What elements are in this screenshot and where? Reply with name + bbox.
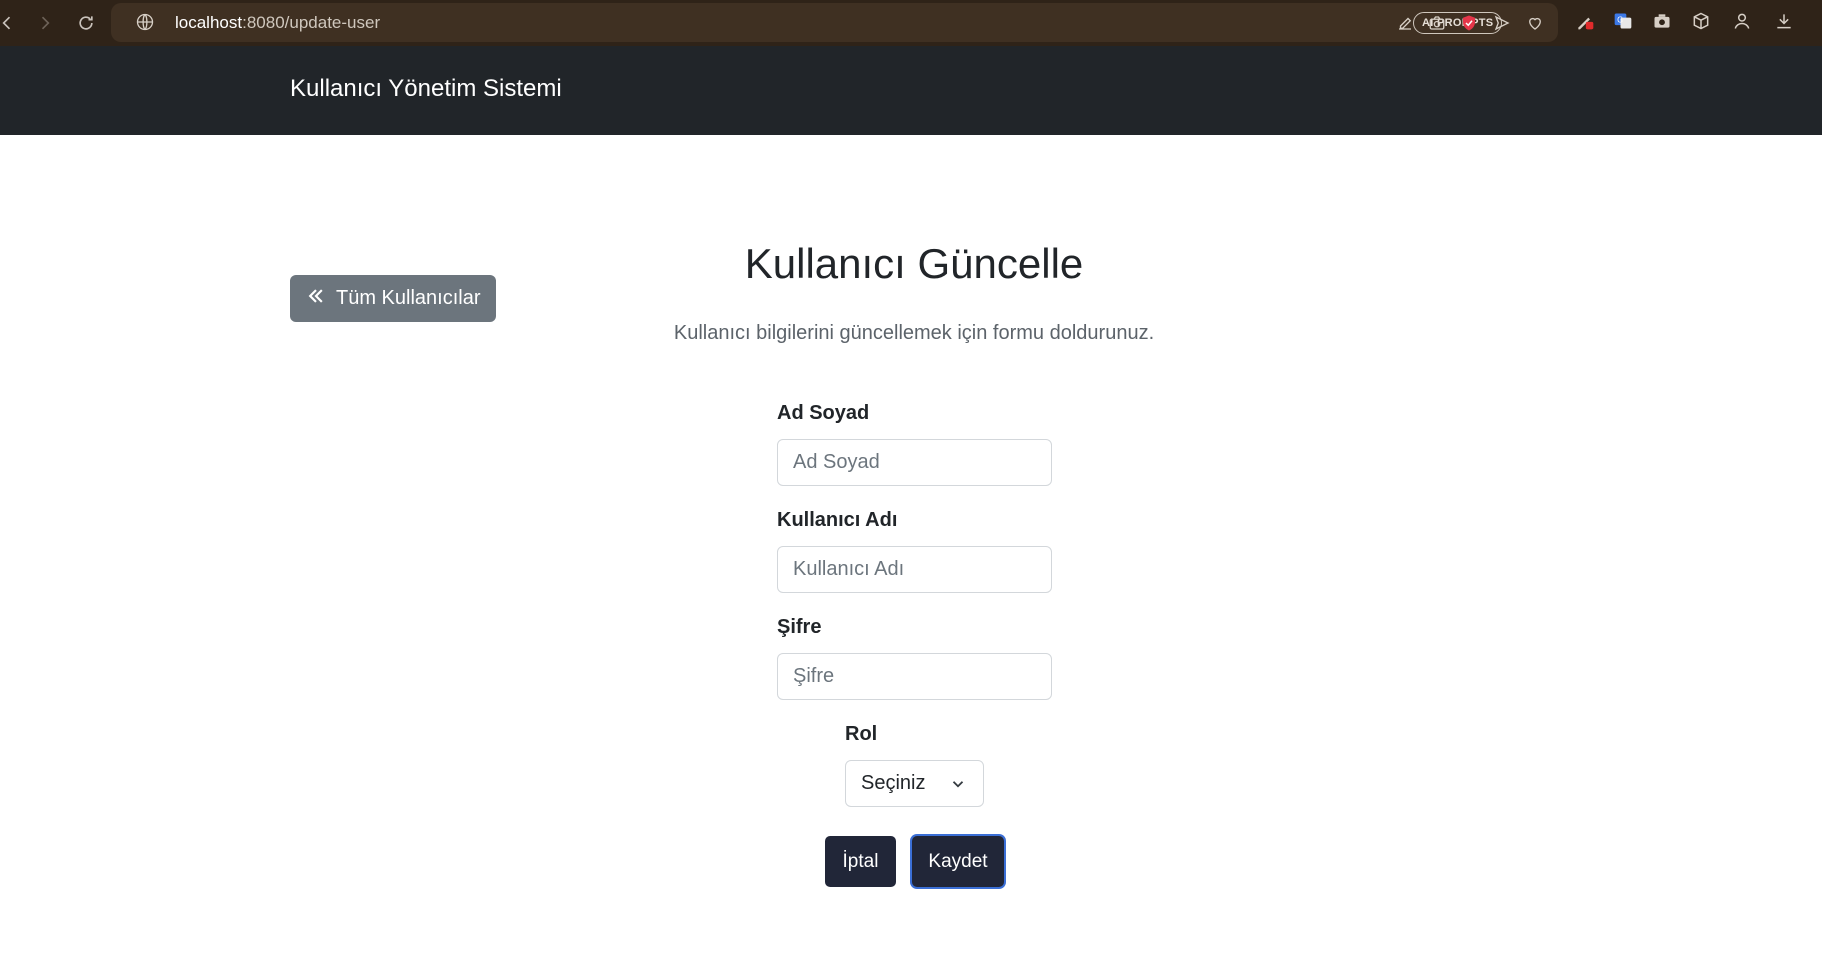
chevron-down-icon xyxy=(949,775,967,793)
heart-icon[interactable] xyxy=(1524,12,1546,34)
download-icon[interactable] xyxy=(1772,9,1796,33)
cancel-button[interactable]: İptal xyxy=(825,836,896,887)
browser-toolbar: localhost:8080/update-user AI PROMPTS G xyxy=(0,0,1822,46)
shield-icon[interactable] xyxy=(1458,12,1480,34)
all-users-button-label: Tüm Kullanıcılar xyxy=(336,287,481,309)
url-path: :8080/update-user xyxy=(242,13,381,32)
save-button[interactable]: Kaydet xyxy=(912,836,1004,887)
address-bar[interactable]: localhost:8080/update-user AI PROMPTS xyxy=(111,3,1558,42)
send-icon[interactable] xyxy=(1491,12,1513,34)
role-select-value: Seçiniz xyxy=(861,772,926,794)
translate-icon[interactable]: G xyxy=(1611,9,1635,33)
svg-text:G: G xyxy=(1617,16,1623,25)
url-host: localhost xyxy=(175,13,243,32)
screenshot-icon[interactable] xyxy=(1426,12,1448,34)
page-title: Kullanıcı Güncelle xyxy=(744,240,1084,287)
edit-icon[interactable] xyxy=(1394,12,1416,34)
navbar-brand[interactable]: Kullanıcı Yönetim Sistemi xyxy=(290,75,562,103)
url-text: localhost:8080/update-user xyxy=(175,13,380,33)
extensions-cube-icon[interactable] xyxy=(1689,9,1713,33)
profile-icon[interactable] xyxy=(1730,9,1754,33)
username-label: Kullanıcı Adı xyxy=(777,509,898,531)
reload-icon[interactable] xyxy=(71,8,101,38)
role-select[interactable]: Seçiniz xyxy=(845,760,984,807)
fullname-input[interactable] xyxy=(777,439,1052,486)
password-label: Şifre xyxy=(777,616,822,638)
fullname-label: Ad Soyad xyxy=(777,402,870,424)
back-nav-icon[interactable] xyxy=(0,8,22,38)
password-input[interactable] xyxy=(777,653,1052,700)
pen-extension-icon[interactable] xyxy=(1573,9,1597,33)
globe-icon xyxy=(135,12,155,32)
app-navbar: Kullanıcı Yönetim Sistemi xyxy=(0,46,1822,135)
forward-nav-icon[interactable] xyxy=(30,8,60,38)
role-label: Rol xyxy=(845,723,878,745)
double-chevron-left-icon xyxy=(306,286,326,312)
camera-icon[interactable] xyxy=(1650,9,1674,33)
username-input[interactable] xyxy=(777,546,1052,593)
page-subtitle: Kullanıcı bilgilerini güncellemek için f… xyxy=(673,322,1155,344)
